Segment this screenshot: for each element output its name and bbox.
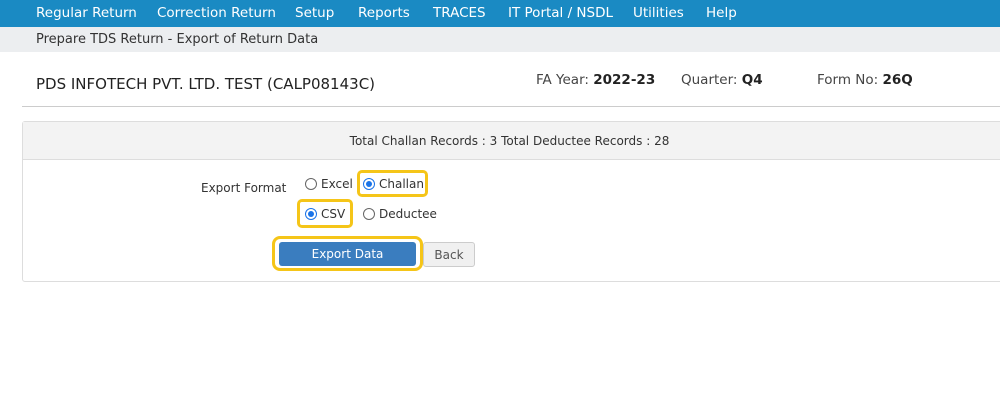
company-name: PDS INFOTECH PVT. LTD. TEST (CALP08143C): [36, 75, 376, 93]
quarter-label: Quarter:: [681, 72, 738, 88]
fa-year-label: FA Year:: [536, 72, 589, 88]
export-panel: Total Challan Records : 3 Total Deductee…: [22, 121, 1000, 282]
back-button[interactable]: Back: [423, 242, 475, 267]
form-no-label: Form No:: [817, 72, 879, 88]
quarter: Quarter: Q4: [681, 72, 763, 88]
menu-regular-return[interactable]: Regular Return: [36, 5, 137, 21]
radio-label: Deductee: [379, 207, 437, 221]
radio-selected-icon: [363, 178, 375, 190]
radio-label: Challan: [379, 177, 424, 191]
export-format-label: Export Format: [201, 181, 287, 195]
menu-utilities[interactable]: Utilities: [633, 5, 684, 21]
radio-selected-icon: [305, 208, 317, 220]
menu-traces[interactable]: TRACES: [433, 5, 486, 21]
menu-setup[interactable]: Setup: [295, 5, 334, 21]
form-no-value: 26Q: [882, 72, 913, 88]
fa-year: FA Year: 2022-23: [536, 72, 655, 88]
radio-deductee[interactable]: Deductee: [363, 207, 437, 221]
radio-label: CSV: [321, 207, 346, 221]
quarter-value: Q4: [741, 72, 763, 88]
fa-year-value: 2022-23: [593, 72, 656, 88]
records-summary: Total Challan Records : 3 Total Deductee…: [23, 122, 1000, 160]
breadcrumb: Prepare TDS Return - Export of Return Da…: [0, 27, 1000, 52]
radio-challan[interactable]: Challan: [363, 177, 424, 191]
menu-reports[interactable]: Reports: [358, 5, 410, 21]
radio-excel[interactable]: Excel: [305, 177, 353, 191]
top-menu-bar: Regular Return Correction Return Setup R…: [0, 0, 1000, 27]
form-no: Form No: 26Q: [817, 72, 913, 88]
radio-circle-icon: [363, 208, 375, 220]
menu-correction-return[interactable]: Correction Return: [157, 5, 276, 21]
divider: [22, 106, 1000, 107]
radio-circle-icon: [305, 178, 317, 190]
radio-label: Excel: [321, 177, 353, 191]
menu-help[interactable]: Help: [706, 5, 737, 21]
menu-it-portal[interactable]: IT Portal / NSDL: [508, 5, 613, 21]
radio-csv[interactable]: CSV: [305, 207, 345, 221]
export-data-button[interactable]: Export Data: [279, 242, 416, 266]
